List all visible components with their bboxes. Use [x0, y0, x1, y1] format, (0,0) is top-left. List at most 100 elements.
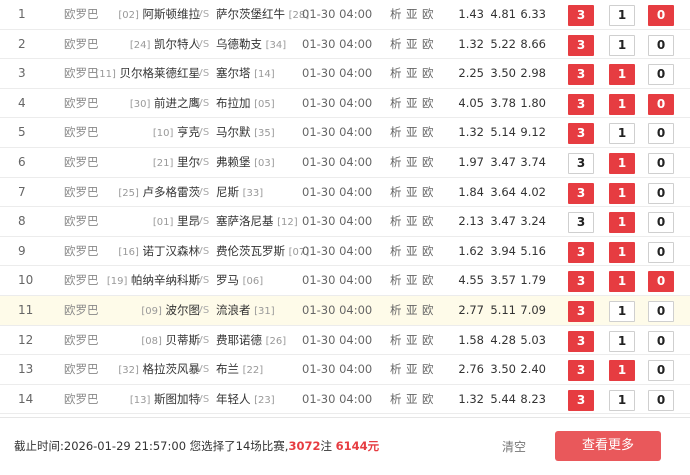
euro-odds-link[interactable]: 欧: [422, 333, 434, 347]
away-team[interactable]: 布兰 [22]: [216, 355, 263, 385]
pick-lose-button[interactable]: 0: [648, 34, 674, 56]
home-team[interactable]: [10] 亨克: [153, 118, 200, 148]
analysis-link[interactable]: 析: [390, 214, 402, 228]
pick-win-button[interactable]: 3: [568, 34, 594, 56]
pick-draw-button[interactable]: 1: [609, 152, 635, 174]
pick-lose-button[interactable]: 0: [648, 182, 674, 204]
pick-draw-button[interactable]: 1: [609, 389, 635, 411]
away-team[interactable]: 弗赖堡 [03]: [216, 148, 275, 178]
home-team[interactable]: [01] 里昂: [153, 207, 200, 237]
analysis-link[interactable]: 析: [390, 244, 402, 258]
euro-odds-link[interactable]: 欧: [422, 273, 434, 287]
pick-lose-button[interactable]: 0: [648, 330, 674, 352]
away-team[interactable]: 费耶诺德 [26]: [216, 326, 286, 356]
euro-odds-link[interactable]: 欧: [422, 37, 434, 51]
away-team[interactable]: 年轻人 [23]: [216, 385, 275, 415]
pick-lose-button[interactable]: 0: [648, 212, 674, 234]
pick-win-button[interactable]: 3: [568, 64, 594, 86]
euro-odds-link[interactable]: 欧: [422, 7, 434, 21]
analysis-link[interactable]: 析: [390, 37, 402, 51]
away-team[interactable]: 马尔默 [35]: [216, 118, 275, 148]
pick-lose-button[interactable]: 0: [648, 271, 674, 293]
analysis-link[interactable]: 析: [390, 392, 402, 406]
pick-draw-button[interactable]: 1: [609, 360, 635, 382]
pick-win-button[interactable]: 3: [568, 152, 594, 174]
home-team[interactable]: [21] 里尔: [153, 148, 200, 178]
pick-lose-button[interactable]: 0: [648, 64, 674, 86]
pick-lose-button[interactable]: 0: [648, 5, 674, 26]
analysis-link[interactable]: 析: [390, 362, 402, 376]
clear-button[interactable]: 清空: [502, 438, 526, 455]
away-team[interactable]: 罗马 [06]: [216, 266, 263, 296]
analysis-link[interactable]: 析: [390, 273, 402, 287]
pick-win-button[interactable]: 3: [568, 182, 594, 204]
asian-odds-link[interactable]: 亚: [406, 362, 418, 376]
pick-lose-button[interactable]: 0: [648, 241, 674, 263]
analysis-link[interactable]: 析: [390, 303, 402, 317]
asian-odds-link[interactable]: 亚: [406, 155, 418, 169]
asian-odds-link[interactable]: 亚: [406, 7, 418, 21]
euro-odds-link[interactable]: 欧: [422, 214, 434, 228]
away-team[interactable]: 塞萨洛尼基 [12]: [216, 207, 298, 237]
asian-odds-link[interactable]: 亚: [406, 214, 418, 228]
euro-odds-link[interactable]: 欧: [422, 66, 434, 80]
away-team[interactable]: 萨尔茨堡红牛 [28]: [216, 0, 309, 30]
asian-odds-link[interactable]: 亚: [406, 66, 418, 80]
pick-draw-button[interactable]: 1: [609, 212, 635, 234]
euro-odds-link[interactable]: 欧: [422, 392, 434, 406]
asian-odds-link[interactable]: 亚: [406, 273, 418, 287]
euro-odds-link[interactable]: 欧: [422, 244, 434, 258]
pick-win-button[interactable]: 3: [568, 360, 594, 382]
home-team[interactable]: [08] 贝蒂斯: [141, 326, 200, 356]
analysis-link[interactable]: 析: [390, 66, 402, 80]
away-team[interactable]: 费伦茨瓦罗斯 [07]: [216, 237, 309, 267]
home-team[interactable]: [24] 凯尔特人: [130, 30, 200, 60]
pick-lose-button[interactable]: 0: [648, 360, 674, 382]
pick-win-button[interactable]: 3: [568, 5, 594, 26]
pick-win-button[interactable]: 3: [568, 241, 594, 263]
euro-odds-link[interactable]: 欧: [422, 96, 434, 110]
asian-odds-link[interactable]: 亚: [406, 185, 418, 199]
analysis-link[interactable]: 析: [390, 125, 402, 139]
pick-lose-button[interactable]: 0: [648, 152, 674, 174]
away-team[interactable]: 流浪者 [31]: [216, 296, 275, 326]
home-team[interactable]: [02] 阿斯顿维拉: [118, 0, 200, 30]
analysis-link[interactable]: 析: [390, 333, 402, 347]
home-team[interactable]: [19] 帕纳辛纳科斯: [107, 266, 200, 296]
pick-win-button[interactable]: 3: [568, 93, 594, 115]
analysis-link[interactable]: 析: [390, 185, 402, 199]
pick-win-button[interactable]: 3: [568, 271, 594, 293]
pick-lose-button[interactable]: 0: [648, 93, 674, 115]
pick-lose-button[interactable]: 0: [648, 300, 674, 322]
euro-odds-link[interactable]: 欧: [422, 303, 434, 317]
asian-odds-link[interactable]: 亚: [406, 333, 418, 347]
euro-odds-link[interactable]: 欧: [422, 185, 434, 199]
asian-odds-link[interactable]: 亚: [406, 392, 418, 406]
pick-draw-button[interactable]: 1: [609, 330, 635, 352]
euro-odds-link[interactable]: 欧: [422, 362, 434, 376]
home-team[interactable]: [32] 格拉茨风暴: [118, 355, 200, 385]
home-team[interactable]: [09] 波尔图: [141, 296, 200, 326]
away-team[interactable]: 乌德勒支 [34]: [216, 30, 286, 60]
asian-odds-link[interactable]: 亚: [406, 303, 418, 317]
analysis-link[interactable]: 析: [390, 7, 402, 21]
pick-lose-button[interactable]: 0: [648, 389, 674, 411]
asian-odds-link[interactable]: 亚: [406, 125, 418, 139]
pick-draw-button[interactable]: 1: [609, 241, 635, 263]
asian-odds-link[interactable]: 亚: [406, 37, 418, 51]
analysis-link[interactable]: 析: [390, 155, 402, 169]
home-team[interactable]: [30] 前进之鹰: [130, 89, 200, 119]
pick-win-button[interactable]: 3: [568, 212, 594, 234]
asian-odds-link[interactable]: 亚: [406, 244, 418, 258]
pick-draw-button[interactable]: 1: [609, 34, 635, 56]
pick-draw-button[interactable]: 1: [609, 5, 635, 26]
pick-draw-button[interactable]: 1: [609, 182, 635, 204]
pick-win-button[interactable]: 3: [568, 123, 594, 145]
home-team[interactable]: [11] 贝尔格莱德红星: [95, 59, 200, 89]
view-more-button[interactable]: 查看更多: [555, 431, 661, 461]
pick-lose-button[interactable]: 0: [648, 123, 674, 145]
pick-win-button[interactable]: 3: [568, 389, 594, 411]
pick-draw-button[interactable]: 1: [609, 64, 635, 86]
pick-win-button[interactable]: 3: [568, 300, 594, 322]
pick-win-button[interactable]: 3: [568, 330, 594, 352]
